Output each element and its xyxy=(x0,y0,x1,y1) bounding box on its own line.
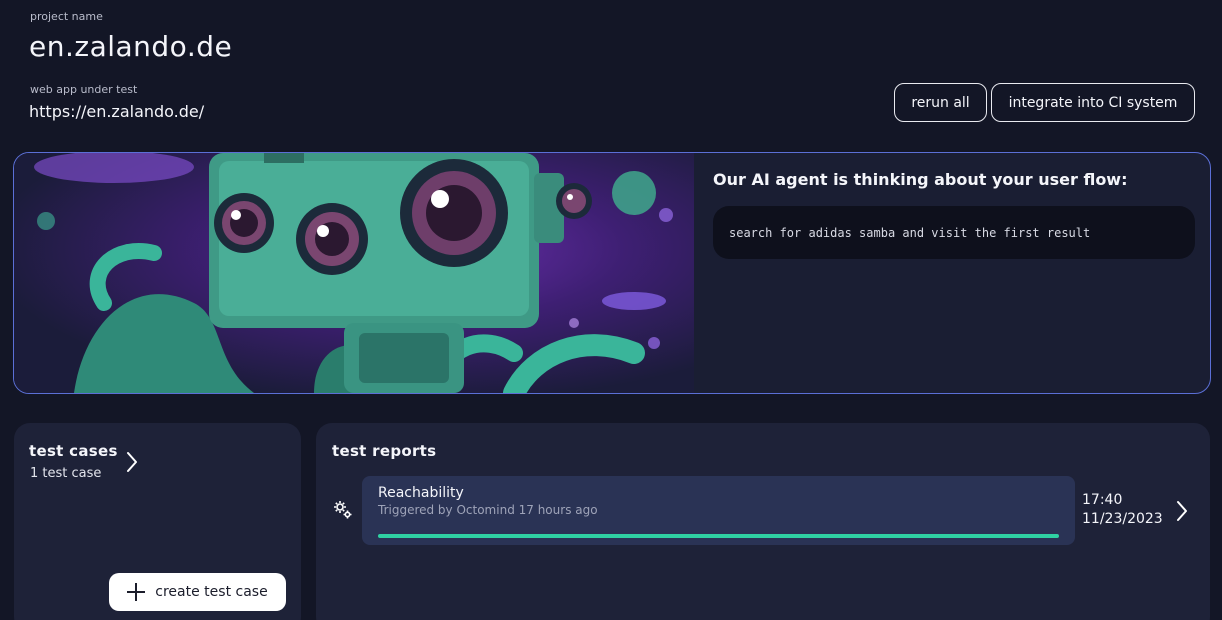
test-reports-title: test reports xyxy=(332,442,437,460)
plus-icon xyxy=(127,583,146,601)
ai-agent-banner: Our AI agent is thinking about your user… xyxy=(13,152,1211,394)
gears-icon xyxy=(332,499,354,525)
user-flow-prompt: search for adidas samba and visit the fi… xyxy=(713,206,1195,259)
robot-octopus-illustration xyxy=(14,153,694,393)
test-cases-card: test cases 1 test case create test case xyxy=(14,423,301,620)
test-cases-count: 1 test case xyxy=(30,466,102,481)
chevron-right-icon[interactable] xyxy=(1176,500,1188,526)
project-name: en.zalando.de xyxy=(29,30,233,63)
project-label: project name xyxy=(30,10,103,23)
report-progress-fill xyxy=(378,534,1059,538)
webapp-label: web app under test xyxy=(30,83,138,96)
integrate-ci-button[interactable]: integrate into CI system xyxy=(991,83,1195,122)
webapp-url: https://en.zalando.de/ xyxy=(29,102,205,121)
test-cases-title: test cases xyxy=(29,442,118,460)
create-test-case-button[interactable]: create test case xyxy=(109,573,286,611)
test-reports-card: test reports Reachability Triggered by O… xyxy=(316,423,1210,620)
report-name: Reachability xyxy=(378,485,464,501)
report-time: 17:40 xyxy=(1082,492,1123,508)
report-subtitle: Triggered by Octomind 17 hours ago xyxy=(378,503,598,517)
rerun-all-button[interactable]: rerun all xyxy=(894,83,987,122)
chevron-right-icon[interactable] xyxy=(126,451,138,477)
report-item[interactable]: Reachability Triggered by Octomind 17 ho… xyxy=(362,476,1075,545)
create-test-case-label: create test case xyxy=(155,584,268,600)
report-progress-bar xyxy=(378,534,1059,538)
report-date: 11/23/2023 xyxy=(1082,511,1163,527)
hero-title: Our AI agent is thinking about your user… xyxy=(713,170,1128,189)
